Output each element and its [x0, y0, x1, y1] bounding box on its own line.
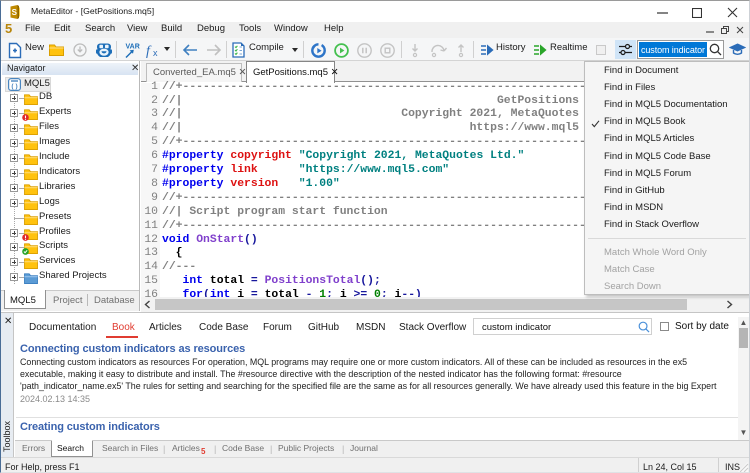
svg-text:x: x — [153, 48, 158, 58]
svg-text:(): () — [11, 83, 19, 90]
svg-text:VAR: VAR — [126, 44, 140, 51]
svg-text:f: f — [146, 44, 152, 58]
svg-text:S: S — [12, 8, 18, 17]
